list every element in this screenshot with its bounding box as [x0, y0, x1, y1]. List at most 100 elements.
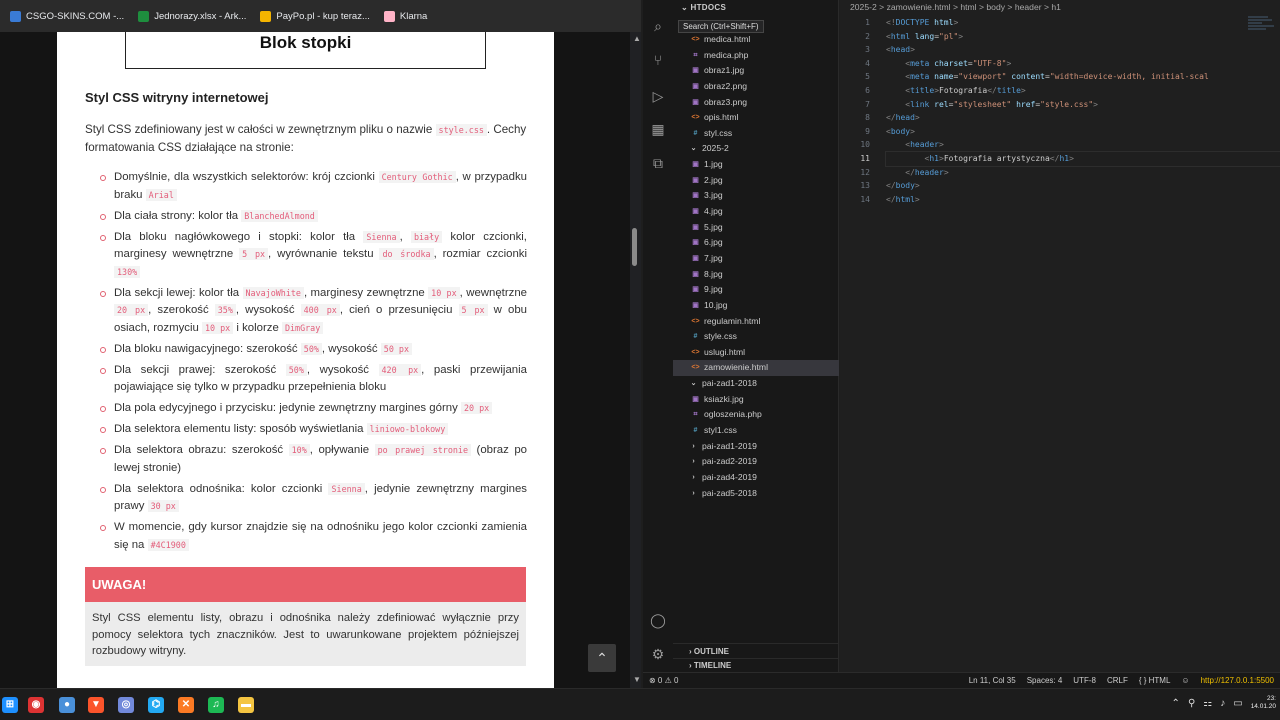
scrollbar-thumb[interactable] [632, 228, 637, 266]
gear-icon[interactable]: ⚙ [650, 646, 666, 662]
scroll-up-icon[interactable]: ▲ [633, 34, 641, 43]
bookmark-item[interactable]: PayPo.pl - kup teraz... [260, 10, 370, 22]
tree-item[interactable]: ▣ 9.jpg [673, 282, 839, 298]
extensions-icon[interactable]: ▦ [650, 121, 666, 137]
run-debug-icon[interactable]: ▷ [650, 88, 666, 104]
remote-explorer-icon[interactable]: ⧉ [650, 155, 666, 171]
tree-item[interactable]: ▣ 2.jpg [673, 173, 839, 189]
tree-item[interactable]: ▣ 1.jpg [673, 157, 839, 173]
cursor-position[interactable]: Ln 11, Col 35 [969, 673, 1016, 688]
tree-item[interactable]: ▣ obraz1.jpg [673, 63, 839, 79]
tree-item[interactable]: <> regulamin.html [673, 314, 839, 330]
location-icon[interactable]: ⚲ [1188, 698, 1195, 709]
timeline-section[interactable]: › TIMELINE [673, 658, 839, 672]
language-mode[interactable]: { } HTML [1139, 673, 1171, 688]
vscode-icon[interactable]: ⌬ [148, 697, 164, 713]
breadcrumb-item[interactable]: body [986, 2, 1005, 12]
bookmark-item[interactable]: Klarna [383, 10, 427, 22]
live-server-status[interactable]: http://127.0.0.1:5500 [1201, 673, 1274, 688]
start-icon[interactable]: ⊞ [2, 697, 18, 713]
code-line[interactable]: <body> [886, 125, 1280, 139]
inline-code: do środka [379, 248, 434, 260]
tree-item[interactable]: ▣ 3.jpg [673, 188, 839, 204]
tree-item[interactable]: › pai-zad5-2018 [673, 486, 839, 502]
code-editor[interactable]: 2025-2 > zamowienie.html > html > body >… [840, 0, 1280, 672]
tree-item[interactable]: › pai-zad1-2019 [673, 439, 839, 455]
source-control-icon[interactable]: ⑂ [650, 52, 666, 68]
code-line[interactable]: <meta name="viewport" content="width=dev… [886, 70, 1280, 84]
breadcrumb-item[interactable]: html [960, 2, 976, 12]
breadcrumb-item[interactable]: header [1015, 2, 1042, 12]
battery-icon[interactable]: ▭ [1233, 698, 1242, 709]
code-line[interactable]: <h1>Fotografia artystyczna</h1> [885, 150, 1280, 167]
explorer-icon[interactable]: ▬ [238, 697, 254, 713]
tree-item[interactable]: › pai-zad4-2019 [673, 470, 839, 486]
breadcrumb-item[interactable]: zamowienie.html [887, 2, 951, 12]
code-line[interactable]: </body> [886, 179, 1280, 193]
code-token: > [910, 45, 915, 55]
tree-item[interactable]: ⌄ pai-zad1-2018 [673, 376, 839, 392]
tree-item[interactable]: <> medica.html [673, 32, 839, 48]
indentation[interactable]: Spaces: 4 [1027, 673, 1063, 688]
code-area[interactable]: <!DOCTYPE html> <html lang="pl"> <head> <m… [885, 16, 1280, 207]
minimap[interactable] [1248, 16, 1276, 34]
tree-item[interactable]: # styl1.css [673, 423, 839, 439]
problems-indicator[interactable]: ⊗ 0 ⚠ 0 [649, 673, 678, 688]
tree-item[interactable]: ▣ 4.jpg [673, 204, 839, 220]
tree-item[interactable]: › pai-zad2-2019 [673, 454, 839, 470]
tree-item-label: pai-zad4-2019 [702, 471, 757, 482]
code-line[interactable]: <title>Fotografia</title> [886, 84, 1280, 98]
tree-item[interactable]: ▣ 7.jpg [673, 251, 839, 267]
code-line[interactable]: </head> [886, 111, 1280, 125]
tree-item[interactable]: <> opis.html [673, 110, 839, 126]
clock[interactable]: 23: 14.01.20 [1251, 695, 1276, 711]
account-icon[interactable]: ◯ [650, 612, 666, 628]
app-blue-icon[interactable]: ● [59, 697, 75, 713]
tree-item[interactable]: # styl.css [673, 126, 839, 142]
network-icon[interactable]: ⚏ [1203, 698, 1212, 709]
scroll-to-top-button[interactable]: ⌃ [588, 644, 616, 672]
tree-item[interactable]: ⌗ medica.php [673, 48, 839, 64]
breadcrumb-item[interactable]: 2025-2 [850, 2, 877, 12]
code-line[interactable]: <html lang="pl"> [886, 30, 1280, 44]
tree-item[interactable]: ▣ ksiazki.jpg [673, 392, 839, 408]
tree-item[interactable]: ⌗ ogloszenia.php [673, 407, 839, 423]
page-scrollbar[interactable]: ▲ ▼ [630, 32, 641, 688]
code-line[interactable]: <header> [886, 138, 1280, 152]
tree-item[interactable]: ⌄ 2025-2 [673, 141, 839, 157]
code-line[interactable]: <meta charset="UTF-8"> [886, 57, 1280, 71]
spotify-icon[interactable]: ♫ [208, 697, 224, 713]
breadcrumb-item[interactable]: h1 [1051, 2, 1061, 12]
inline-code: 50 px [380, 342, 413, 355]
code-line[interactable]: <!DOCTYPE html> [886, 16, 1280, 30]
volume-icon[interactable]: ♪ [1220, 698, 1225, 709]
brave-icon[interactable]: ▼ [88, 697, 104, 713]
tree-item[interactable]: ▣ 8.jpg [673, 267, 839, 283]
tree-item[interactable]: <> zamowienie.html [673, 360, 839, 377]
inline-code: DimGray [281, 321, 324, 334]
bookmark-item[interactable]: CSGO-SKINS.COM -... [10, 10, 124, 22]
chrome-icon[interactable]: ◉ [28, 697, 44, 713]
discord-icon[interactable]: ◎ [118, 697, 134, 713]
tree-item[interactable]: ▣ 6.jpg [673, 235, 839, 251]
tree-item[interactable]: ▣ obraz2.png [673, 79, 839, 95]
copilot-icon[interactable]: ☺ [1181, 673, 1189, 688]
tree-item[interactable]: ▣ 10.jpg [673, 298, 839, 314]
bookmark-item[interactable]: Jednorazy.xlsx - Ark... [138, 10, 246, 22]
line-ending[interactable]: CRLF [1107, 673, 1128, 688]
code-line[interactable]: <link rel="stylesheet" href="style.css"> [886, 98, 1280, 112]
tree-item[interactable]: # style.css [673, 329, 839, 345]
chevron-up-icon[interactable]: ⌃ [1172, 698, 1180, 709]
code-line[interactable]: </header> [886, 166, 1280, 180]
xampp-icon[interactable]: ✕ [178, 697, 194, 713]
outline-section[interactable]: › OUTLINE [673, 643, 839, 658]
tree-item[interactable]: ▣ 5.jpg [673, 220, 839, 236]
code-token: name [929, 72, 954, 82]
code-line[interactable]: </html> [886, 193, 1280, 207]
tree-item[interactable]: <> uslugi.html [673, 345, 839, 361]
search-icon[interactable]: ⌕ [650, 18, 666, 34]
code-line[interactable]: <head> [886, 43, 1280, 57]
encoding[interactable]: UTF-8 [1073, 673, 1096, 688]
scroll-down-icon[interactable]: ▼ [633, 675, 641, 684]
tree-item[interactable]: ▣ obraz3.png [673, 95, 839, 111]
